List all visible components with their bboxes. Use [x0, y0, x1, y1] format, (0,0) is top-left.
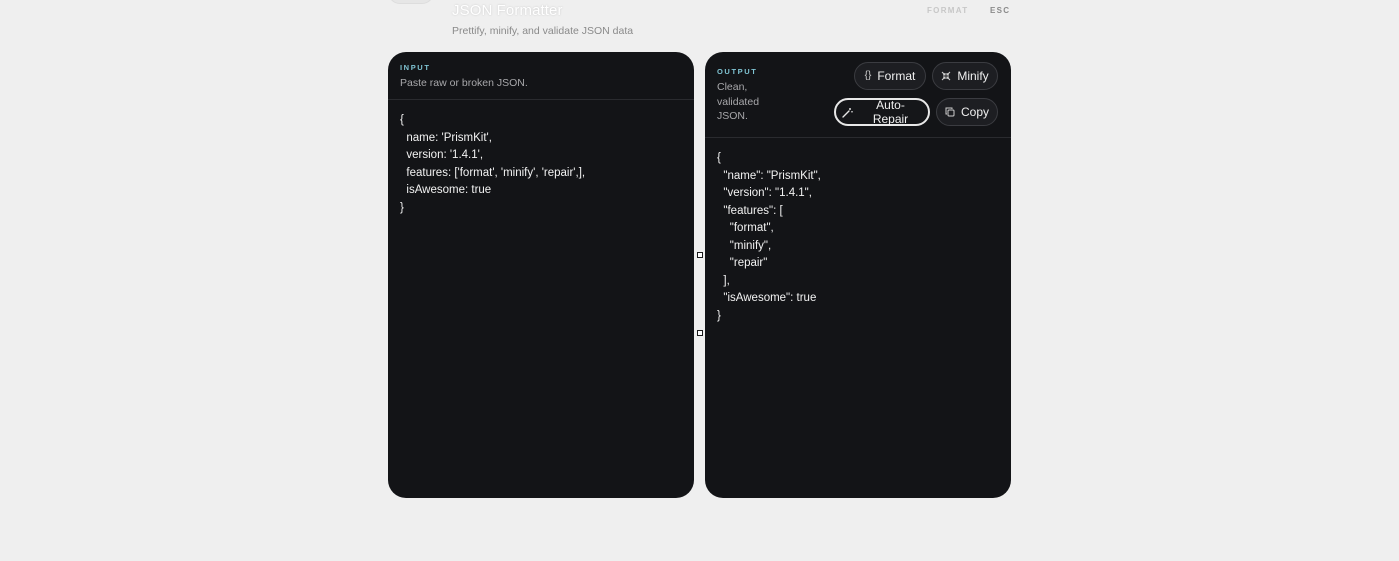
input-panel-label: INPUT: [400, 63, 431, 72]
copy-icon: [945, 107, 955, 117]
minify-button[interactable]: Minify: [932, 62, 998, 90]
page-title: JSON Formatter: [452, 2, 563, 19]
json-formatter-page: JSON Formatter Prettify, minify, and val…: [0, 0, 1399, 561]
resize-handle-top[interactable]: [697, 252, 703, 258]
compress-icon: [941, 71, 951, 81]
output-panel-description: Clean, validated JSON.: [717, 81, 760, 122]
input-editor[interactable]: { name: 'PrismKit', version: '1.4.1', fe…: [400, 112, 585, 217]
format-button-label: Format: [877, 69, 916, 83]
magic-wand-icon: [842, 107, 853, 118]
minify-button-label: Minify: [957, 69, 989, 83]
shortcut-hint-format: FORMAT: [927, 6, 969, 15]
output-viewer: { "name": "PrismKit", "version": "1.4.1"…: [717, 152, 821, 322]
shortcut-hint-esc: ESC: [990, 6, 1011, 15]
format-button[interactable]: {} Format: [854, 62, 926, 90]
app-logo: [388, 0, 434, 4]
output-panel-label: OUTPUT: [717, 67, 758, 76]
page-subtitle: Prettify, minify, and validate JSON data: [452, 25, 634, 37]
input-panel-description: Paste raw or broken JSON.: [400, 77, 528, 89]
resize-handle-bottom[interactable]: [697, 330, 703, 336]
copy-button[interactable]: Copy: [936, 98, 998, 126]
braces-icon: {}: [864, 70, 872, 81]
input-panel: INPUT Paste raw or broken JSON. { name: …: [388, 52, 694, 498]
auto-repair-button-label: Auto-Repair: [872, 98, 909, 126]
input-panel-header: INPUT Paste raw or broken JSON.: [388, 52, 694, 100]
copy-button-label: Copy: [960, 105, 989, 119]
auto-repair-button[interactable]: Auto-Repair: [834, 98, 930, 126]
output-panel: OUTPUT Clean, validated JSON. {} Format …: [705, 52, 1011, 498]
output-panel-header: OUTPUT Clean, validated JSON. {} Format …: [705, 52, 1011, 138]
